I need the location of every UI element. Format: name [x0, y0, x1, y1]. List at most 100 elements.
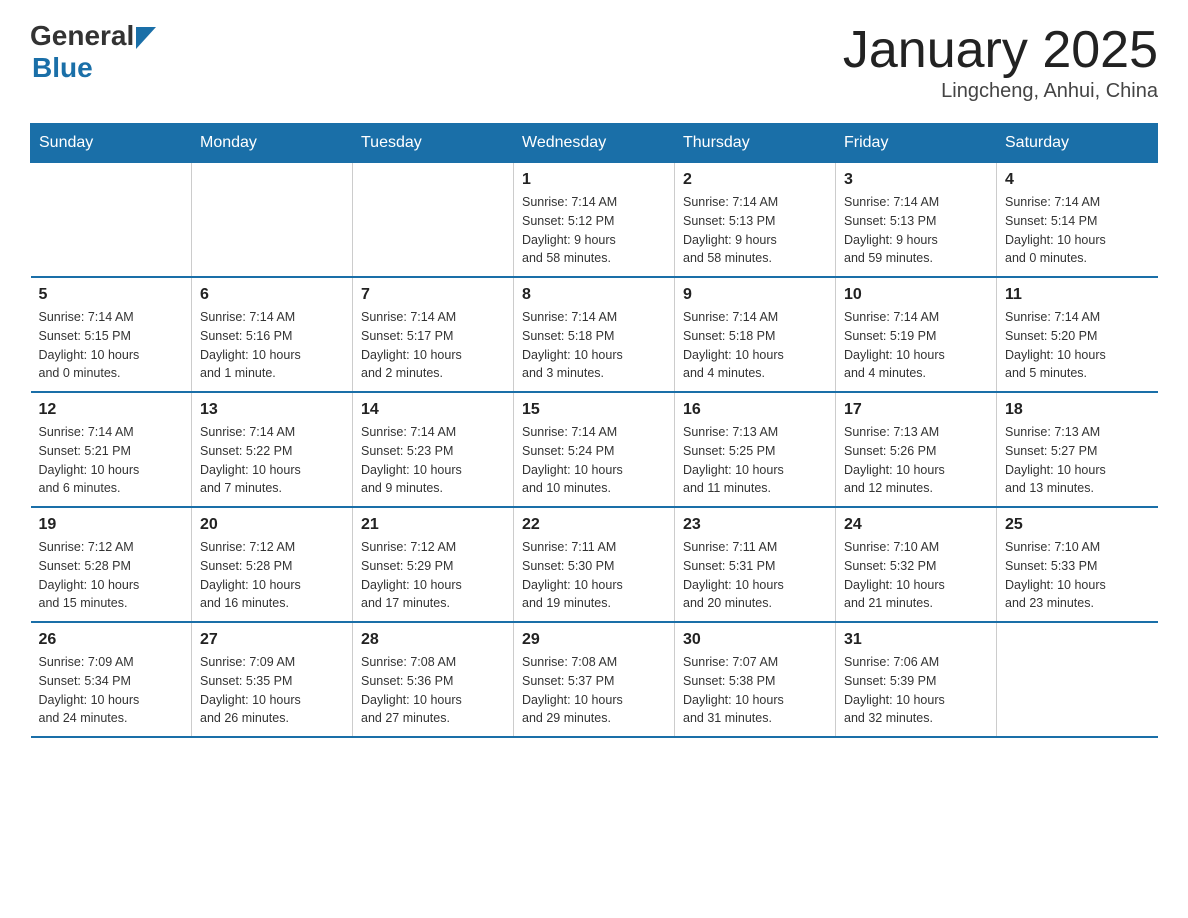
day-number: 9: [683, 286, 827, 304]
calendar-week-row: 5Sunrise: 7:14 AM Sunset: 5:15 PM Daylig…: [31, 277, 1158, 392]
calendar-day-cell: 27 Sunrise: 7:09 AM Sunset: 5:35 PM Dayli…: [192, 622, 353, 737]
day-number: 24: [844, 516, 988, 534]
day-number: 28: [361, 631, 505, 649]
logo-general: General: [30, 20, 134, 52]
day-number: 14: [361, 401, 505, 419]
calendar-week-row: 19 Sunrise: 7:12 AM Sunset: 5:28 PM Dayli…: [31, 507, 1158, 622]
day-info: Sunrise: 7:14 AM Sunset: 5:21 PM Dayligh…: [39, 423, 184, 498]
calendar-day-cell: 25Sunrise: 7:10 AM Sunset: 5:33 PM Dayli…: [997, 507, 1158, 622]
day-number: 3: [844, 171, 988, 189]
day-number: 12: [39, 401, 184, 419]
day-number: 26: [39, 631, 184, 649]
day-info: Sunrise: 7:14 AM Sunset: 5:19 PM Dayligh…: [844, 308, 988, 383]
calendar-day-cell: [353, 163, 514, 278]
day-info: Sunrise: 7:08 AM Sunset: 5:37 PM Dayligh…: [522, 653, 666, 728]
day-number: 10: [844, 286, 988, 304]
calendar-day-cell: 5Sunrise: 7:14 AM Sunset: 5:15 PM Daylig…: [31, 277, 192, 392]
day-number: 17: [844, 401, 988, 419]
calendar-day-cell: 14Sunrise: 7:14 AM Sunset: 5:23 PM Dayli…: [353, 392, 514, 507]
day-info: Sunrise: 7:14 AM Sunset: 5:15 PM Dayligh…: [39, 308, 184, 383]
day-number: 20: [200, 516, 344, 534]
title-area: January 2025 Lingcheng, Anhui, China: [843, 20, 1158, 103]
day-info: Sunrise: 7:14 AM Sunset: 5:22 PM Dayligh…: [200, 423, 344, 498]
day-info: Sunrise: 7:14 AM Sunset: 5:18 PM Dayligh…: [522, 308, 666, 383]
day-number: 19: [39, 516, 184, 534]
calendar-day-cell: 19 Sunrise: 7:12 AM Sunset: 5:28 PM Dayli…: [31, 507, 192, 622]
page-header: General Blue January 2025 Lingcheng, Anh…: [30, 20, 1158, 103]
day-info: Sunrise: 7:13 AM Sunset: 5:26 PM Dayligh…: [844, 423, 988, 498]
calendar-day-cell: 12 Sunrise: 7:14 AM Sunset: 5:21 PM Dayli…: [31, 392, 192, 507]
day-number: 30: [683, 631, 827, 649]
day-number: 4: [1005, 171, 1150, 189]
day-info: Sunrise: 7:14 AM Sunset: 5:17 PM Dayligh…: [361, 308, 505, 383]
day-info: Sunrise: 7:14 AM Sunset: 5:24 PM Dayligh…: [522, 423, 666, 498]
day-number: 6: [200, 286, 344, 304]
calendar-week-row: 12 Sunrise: 7:14 AM Sunset: 5:21 PM Dayli…: [31, 392, 1158, 507]
calendar-day-cell: [31, 163, 192, 278]
calendar-table: SundayMondayTuesdayWednesdayThursdayFrid…: [30, 123, 1158, 738]
calendar-day-cell: 6 Sunrise: 7:14 AM Sunset: 5:16 PM Daylig…: [192, 277, 353, 392]
day-info: Sunrise: 7:10 AM Sunset: 5:32 PM Dayligh…: [844, 538, 988, 613]
calendar-day-cell: 4 Sunrise: 7:14 AM Sunset: 5:14 PM Daylig…: [997, 163, 1158, 278]
calendar-day-cell: 18Sunrise: 7:13 AM Sunset: 5:27 PM Dayli…: [997, 392, 1158, 507]
day-info: Sunrise: 7:14 AM Sunset: 5:16 PM Dayligh…: [200, 308, 344, 383]
calendar-body: 1Sunrise: 7:14 AM Sunset: 5:12 PM Daylig…: [31, 163, 1158, 738]
calendar-day-cell: 1Sunrise: 7:14 AM Sunset: 5:12 PM Daylig…: [514, 163, 675, 278]
day-number: 7: [361, 286, 505, 304]
weekday-header-wednesday: Wednesday: [514, 124, 675, 163]
weekday-header-monday: Monday: [192, 124, 353, 163]
day-number: 16: [683, 401, 827, 419]
calendar-day-cell: 21Sunrise: 7:12 AM Sunset: 5:29 PM Dayli…: [353, 507, 514, 622]
weekday-header-row: SundayMondayTuesdayWednesdayThursdayFrid…: [31, 124, 1158, 163]
day-info: Sunrise: 7:09 AM Sunset: 5:35 PM Dayligh…: [200, 653, 344, 728]
day-info: Sunrise: 7:06 AM Sunset: 5:39 PM Dayligh…: [844, 653, 988, 728]
day-info: Sunrise: 7:09 AM Sunset: 5:34 PM Dayligh…: [39, 653, 184, 728]
calendar-header: SundayMondayTuesdayWednesdayThursdayFrid…: [31, 124, 1158, 163]
calendar-day-cell: 15 Sunrise: 7:14 AM Sunset: 5:24 PM Dayli…: [514, 392, 675, 507]
day-info: Sunrise: 7:12 AM Sunset: 5:28 PM Dayligh…: [39, 538, 184, 613]
day-number: 27: [200, 631, 344, 649]
day-number: 11: [1005, 286, 1150, 304]
day-info: Sunrise: 7:14 AM Sunset: 5:14 PM Dayligh…: [1005, 193, 1150, 268]
calendar-day-cell: 24 Sunrise: 7:10 AM Sunset: 5:32 PM Dayli…: [836, 507, 997, 622]
calendar-day-cell: [192, 163, 353, 278]
day-info: Sunrise: 7:07 AM Sunset: 5:38 PM Dayligh…: [683, 653, 827, 728]
weekday-header-saturday: Saturday: [997, 124, 1158, 163]
calendar-day-cell: 13Sunrise: 7:14 AM Sunset: 5:22 PM Dayli…: [192, 392, 353, 507]
day-number: 15: [522, 401, 666, 419]
day-info: Sunrise: 7:14 AM Sunset: 5:13 PM Dayligh…: [844, 193, 988, 268]
calendar-day-cell: 23Sunrise: 7:11 AM Sunset: 5:31 PM Dayli…: [675, 507, 836, 622]
calendar-day-cell: [997, 622, 1158, 737]
calendar-day-cell: 31 Sunrise: 7:06 AM Sunset: 5:39 PM Dayli…: [836, 622, 997, 737]
weekday-header-friday: Friday: [836, 124, 997, 163]
calendar-day-cell: 20Sunrise: 7:12 AM Sunset: 5:28 PM Dayli…: [192, 507, 353, 622]
day-info: Sunrise: 7:14 AM Sunset: 5:20 PM Dayligh…: [1005, 308, 1150, 383]
calendar-day-cell: 29Sunrise: 7:08 AM Sunset: 5:37 PM Dayli…: [514, 622, 675, 737]
day-number: 2: [683, 171, 827, 189]
calendar-day-cell: 11 Sunrise: 7:14 AM Sunset: 5:20 PM Dayli…: [997, 277, 1158, 392]
day-number: 22: [522, 516, 666, 534]
day-number: 1: [522, 171, 666, 189]
weekday-header-thursday: Thursday: [675, 124, 836, 163]
day-info: Sunrise: 7:11 AM Sunset: 5:30 PM Dayligh…: [522, 538, 666, 613]
calendar-day-cell: 26 Sunrise: 7:09 AM Sunset: 5:34 PM Dayli…: [31, 622, 192, 737]
day-number: 8: [522, 286, 666, 304]
day-info: Sunrise: 7:14 AM Sunset: 5:13 PM Dayligh…: [683, 193, 827, 268]
month-title: January 2025: [843, 20, 1158, 80]
logo-triangle-icon: [136, 27, 156, 49]
calendar-day-cell: 10 Sunrise: 7:14 AM Sunset: 5:19 PM Dayli…: [836, 277, 997, 392]
calendar-day-cell: 16Sunrise: 7:13 AM Sunset: 5:25 PM Dayli…: [675, 392, 836, 507]
weekday-header-sunday: Sunday: [31, 124, 192, 163]
weekday-header-tuesday: Tuesday: [353, 124, 514, 163]
day-info: Sunrise: 7:12 AM Sunset: 5:29 PM Dayligh…: [361, 538, 505, 613]
logo: General Blue: [30, 20, 156, 84]
day-info: Sunrise: 7:13 AM Sunset: 5:27 PM Dayligh…: [1005, 423, 1150, 498]
calendar-day-cell: 30 Sunrise: 7:07 AM Sunset: 5:38 PM Dayli…: [675, 622, 836, 737]
calendar-day-cell: 9Sunrise: 7:14 AM Sunset: 5:18 PM Daylig…: [675, 277, 836, 392]
calendar-day-cell: 28Sunrise: 7:08 AM Sunset: 5:36 PM Dayli…: [353, 622, 514, 737]
day-info: Sunrise: 7:10 AM Sunset: 5:33 PM Dayligh…: [1005, 538, 1150, 613]
day-number: 23: [683, 516, 827, 534]
calendar-week-row: 1Sunrise: 7:14 AM Sunset: 5:12 PM Daylig…: [31, 163, 1158, 278]
calendar-day-cell: 7 Sunrise: 7:14 AM Sunset: 5:17 PM Daylig…: [353, 277, 514, 392]
day-number: 31: [844, 631, 988, 649]
